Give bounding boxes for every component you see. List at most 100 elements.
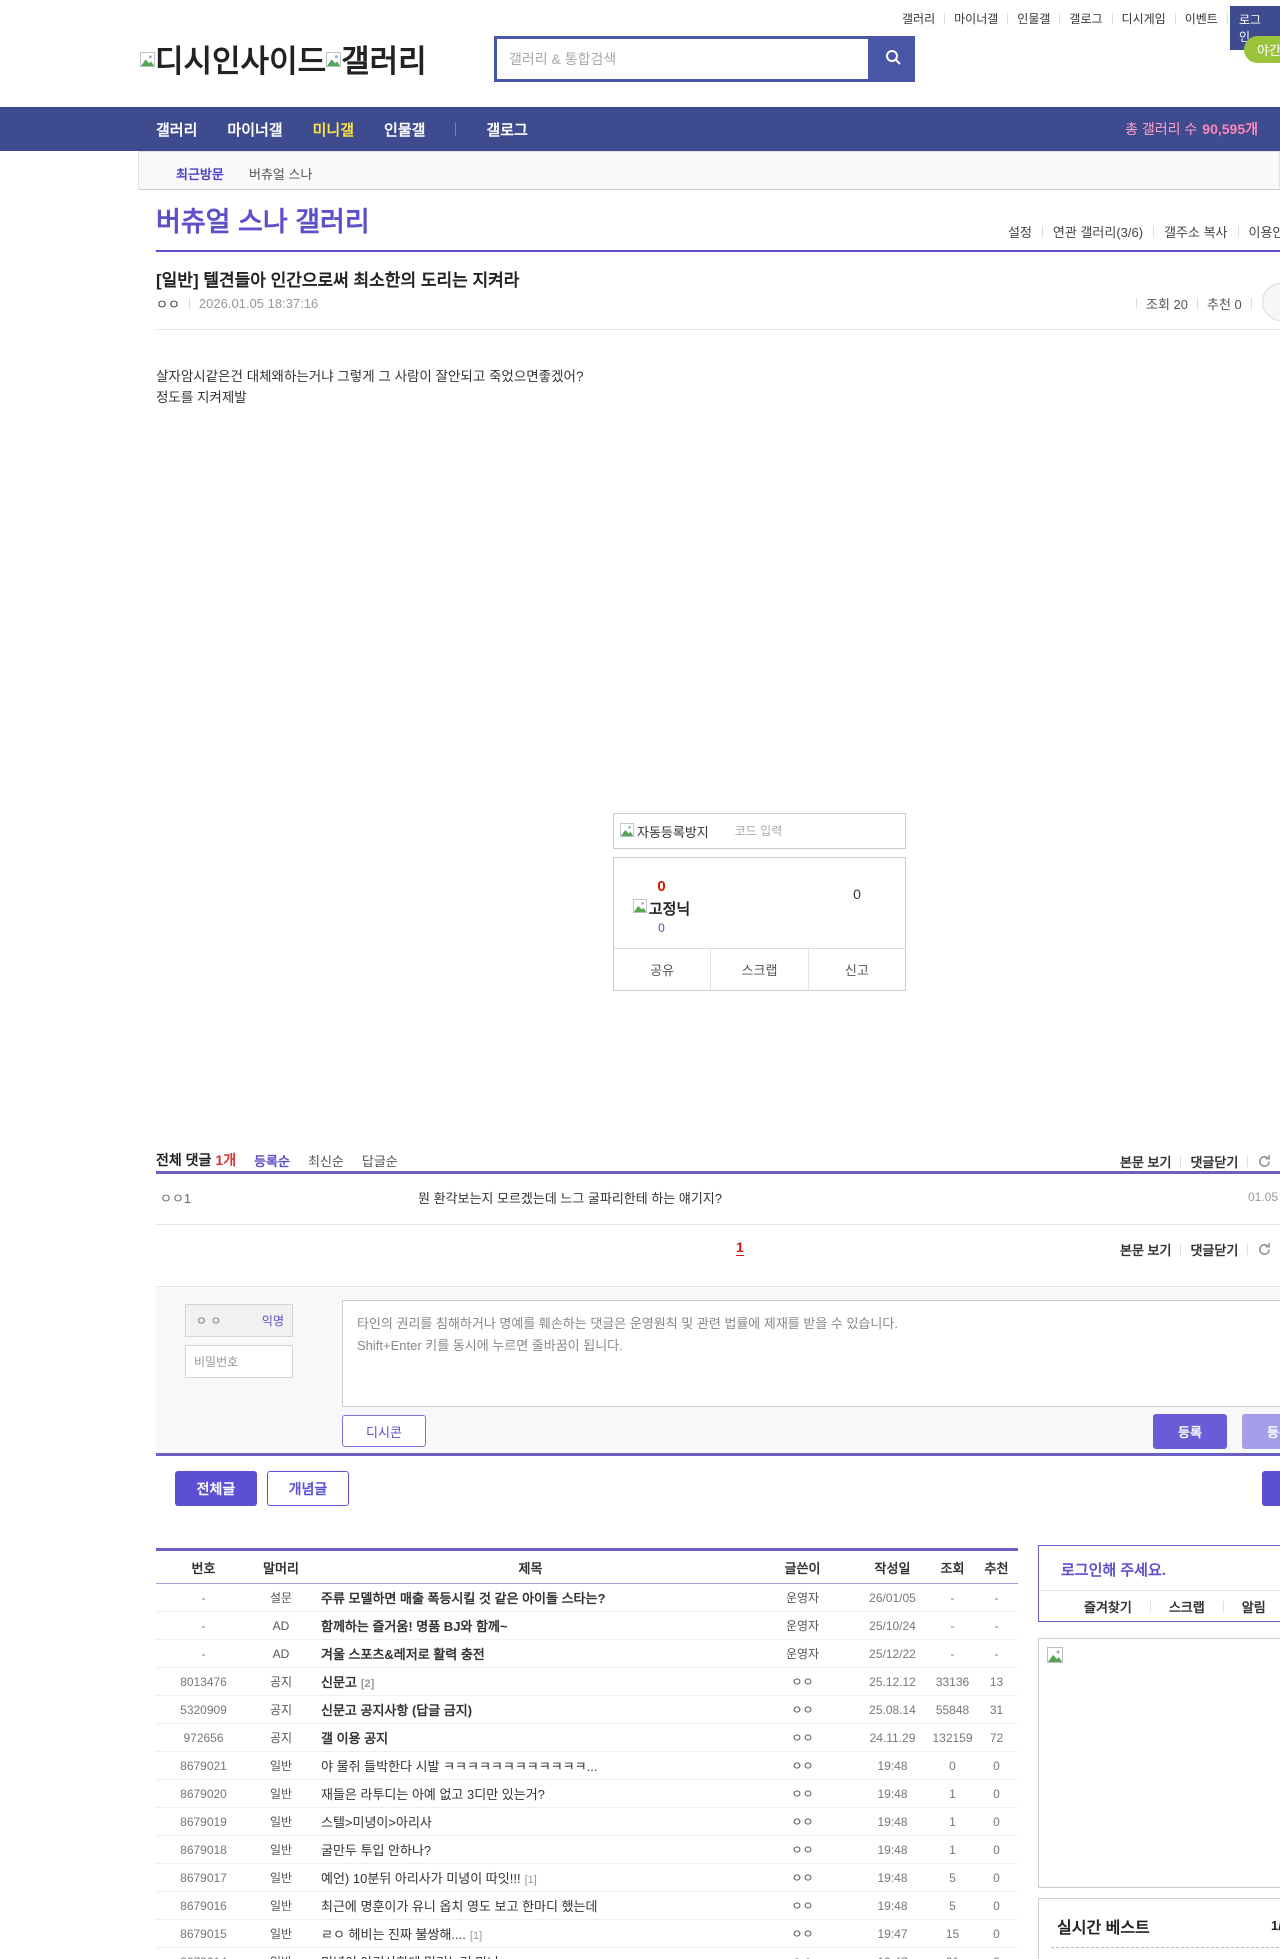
usage-guide-link[interactable]: 이용안내 — [1249, 222, 1280, 241]
top-link-gallog[interactable]: 갤로그 — [1060, 10, 1111, 27]
refresh-icon[interactable] — [1257, 1154, 1272, 1169]
top-link-gallery[interactable]: 갤러리 — [893, 10, 944, 27]
tab-favorites[interactable]: 즐겨찾기 — [1084, 1597, 1132, 1616]
night-mode-button[interactable]: 야간 모드 — [1244, 36, 1280, 63]
comment-textarea[interactable] — [342, 1300, 1280, 1407]
view-post-link[interactable]: 본문 보기 — [1120, 1152, 1171, 1171]
sort-replies[interactable]: 답글순 — [362, 1151, 398, 1170]
login-prompt[interactable]: 로그인해 주세요. — [1061, 1559, 1166, 1580]
all-posts-button[interactable]: 전체글 — [175, 1471, 257, 1506]
nickname-input[interactable] — [194, 1312, 244, 1329]
top-link-event[interactable]: 이벤트 — [1176, 10, 1227, 27]
row-author[interactable]: 운영자 — [750, 1617, 855, 1634]
nav-person[interactable]: 인물갤 — [384, 119, 425, 140]
refresh-icon[interactable] — [1257, 1242, 1272, 1257]
row-title[interactable]: 신문고 공지사항 (답글 금지) — [311, 1700, 750, 1719]
row-title[interactable]: 최근에 명훈이가 유니 옵치 영도 보고 한마디 했는데 — [311, 1896, 750, 1915]
search-input[interactable] — [497, 50, 868, 68]
row-title-text: ㄹㅇ 헤비는 진짜 불쌍해.... — [321, 1927, 466, 1942]
row-author[interactable]: ㅇㅇ — [750, 1925, 855, 1942]
downvote-count[interactable]: 0 — [842, 886, 872, 902]
row-title[interactable]: 주류 모델하면 매출 폭등시킬 것 같은 아이돌 스타는? — [311, 1588, 750, 1607]
gallery-title[interactable]: 버츄얼 스나 갤러리 — [156, 200, 370, 239]
row-author[interactable]: ㅇㅇ — [750, 1785, 855, 1802]
view-post-link[interactable]: 본문 보기 — [1120, 1240, 1171, 1259]
realtime-best-pagination[interactable]: 1/ — [1271, 1918, 1280, 1933]
row-author[interactable]: ㅇㅇ — [750, 1673, 855, 1690]
scrap-button[interactable]: 스크랩 — [710, 949, 807, 990]
search-button[interactable] — [871, 36, 915, 82]
row-title[interactable]: ㄹㅇ 헤비는 진짜 불쌍해.... [1] — [311, 1924, 750, 1943]
row-likes: 0 — [993, 1870, 1000, 1885]
copy-url-link[interactable]: 갤주소 복사 — [1164, 222, 1227, 241]
row-author[interactable]: ㅇㅇ — [750, 1953, 855, 1959]
nav-mini[interactable]: 미니갤 — [313, 119, 354, 140]
row-author[interactable]: ㅇㅇ — [750, 1729, 855, 1746]
report-button[interactable]: 신고 — [807, 949, 905, 990]
row-title[interactable]: 신문고 [2] — [311, 1672, 750, 1691]
row-number: 8679016 — [180, 1898, 227, 1913]
dccon-button[interactable]: 디시콘 — [342, 1415, 426, 1447]
row-title[interactable]: 예언) 10분뒤 아리사가 미녕이 따잇!!! [1] — [311, 1868, 750, 1887]
row-title[interactable]: 함께하는 즐거움! 명품 BJ와 함께~ — [311, 1616, 750, 1635]
row-title[interactable]: 스텔>미녕이>아리사 — [311, 1812, 750, 1831]
writer-avatar[interactable] — [1262, 283, 1280, 321]
captcha-alt-text: 자동등록방지 — [637, 824, 709, 840]
row-author[interactable]: 운영자 — [750, 1589, 855, 1606]
row-views: - — [950, 1590, 955, 1605]
tab-scrap[interactable]: 스크랩 — [1169, 1597, 1205, 1616]
site-logo[interactable]: 디시인사이드 갤러리 — [140, 36, 427, 81]
comment-page-1[interactable]: 1 — [736, 1239, 744, 1256]
row-title[interactable]: 겨울 스포츠&레저로 활력 충전 — [311, 1644, 750, 1663]
divider — [1153, 226, 1155, 237]
tab-alerts[interactable]: 알림 — [1242, 1597, 1266, 1616]
top-link-dcgame[interactable]: 디시게임 — [1113, 10, 1175, 27]
write-button[interactable] — [1262, 1471, 1280, 1506]
row-title[interactable]: 굴만두 투입 안하나? — [311, 1840, 750, 1859]
post-author[interactable]: ㅇㅇ — [156, 294, 180, 313]
header-number: 번호 — [191, 1560, 216, 1576]
divider — [1237, 226, 1239, 237]
row-author[interactable]: ㅇㅇ — [750, 1869, 855, 1886]
row-title[interactable]: 미녕이 아리사한테 밀리는거 맞냐[1] — [311, 1952, 750, 1959]
nav-minor[interactable]: 마이너갤 — [227, 119, 282, 140]
sort-registered[interactable]: 등록순 — [254, 1151, 290, 1170]
share-button[interactable]: 공유 — [614, 949, 710, 990]
row-views: - — [950, 1618, 955, 1633]
vote-box: 0 고정닉 0 0 공유 스크랩 신고 — [613, 857, 906, 991]
row-title[interactable]: 재들은 라투디는 아예 없고 3디만 있는거? — [311, 1784, 750, 1803]
related-galleries-link[interactable]: 연관 갤러리(3/6) — [1053, 222, 1143, 241]
comment-submit-button[interactable]: 등록 — [1153, 1414, 1227, 1449]
row-title[interactable]: 갤 이용 공지 — [311, 1728, 750, 1747]
top-link-person[interactable]: 인물갤 — [1008, 10, 1059, 27]
recent-visit-label[interactable]: 최근방문 — [176, 164, 224, 183]
comment-author[interactable]: ㅇㅇ1 — [160, 1188, 191, 1207]
anonymous-toggle[interactable]: 익명 — [262, 1312, 284, 1329]
password-input[interactable] — [185, 1345, 293, 1378]
row-author[interactable]: 운영자 — [750, 1645, 855, 1662]
row-author[interactable]: ㅇㅇ — [750, 1701, 855, 1718]
row-author[interactable]: ㅇㅇ — [750, 1897, 855, 1914]
row-likes: 31 — [989, 1702, 1004, 1717]
sort-newest[interactable]: 최신순 — [308, 1151, 344, 1170]
captcha-code-input[interactable] — [708, 823, 905, 839]
row-date: 19:47 — [855, 1955, 930, 1959]
close-comments-link[interactable]: 댓글닫기 — [1190, 1152, 1238, 1171]
upvote-area[interactable]: 0 고정닉 0 — [614, 858, 709, 948]
main-navbar: 갤러리 마이너갤 미니갤 인물갤 갤로그 총 갤러리 수 90,595개 — [0, 107, 1280, 151]
row-number: 8679018 — [180, 1842, 227, 1857]
row-author[interactable]: ㅇㅇ — [750, 1757, 855, 1774]
header-title: 제목 — [518, 1560, 543, 1576]
row-title[interactable]: 야 물쥐 들박한다 시발 ㅋㅋㅋㅋㅋㅋㅋㅋㅋㅋㅋㅋ... — [311, 1756, 750, 1775]
nav-gallery[interactable]: 갤러리 — [156, 119, 197, 140]
comment-submit-button-secondary[interactable]: 등록 — [1242, 1414, 1280, 1449]
gallery-settings-link[interactable]: 설정 — [1008, 222, 1032, 241]
best-posts-button[interactable]: 개념글 — [267, 1471, 349, 1506]
row-category: 일반 — [269, 1843, 293, 1857]
nav-gallog[interactable]: 갤로그 — [486, 119, 527, 140]
recent-visit-gallery[interactable]: 버츄얼 스나 — [249, 164, 312, 183]
row-author[interactable]: ㅇㅇ — [750, 1813, 855, 1830]
close-comments-link[interactable]: 댓글닫기 — [1190, 1240, 1238, 1259]
top-link-minor[interactable]: 마이너갤 — [945, 10, 1007, 27]
row-author[interactable]: ㅇㅇ — [750, 1841, 855, 1858]
